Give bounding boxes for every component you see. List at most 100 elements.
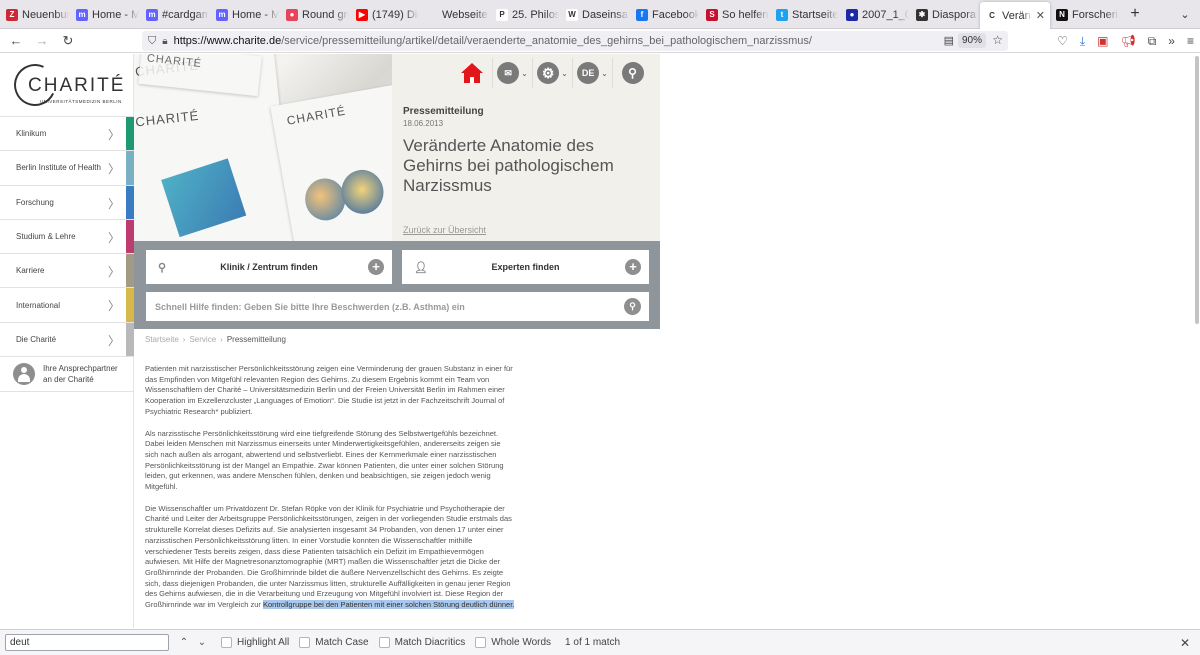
back-arrow-icon[interactable]: ← [3,29,29,53]
find-experts-label: Experten finden [491,262,560,272]
browser-tab[interactable]: W Daseinsan [560,0,630,29]
browser-tab[interactable]: Webseite von [420,0,490,29]
sidebar-color-bar [126,185,134,219]
reload-icon[interactable]: ↻ [55,29,81,53]
browser-tab[interactable]: S So helfen E [700,0,770,29]
sidebar-item[interactable]: Studium & Lehre 〉 [0,218,134,254]
checkbox-label: Match Case [315,637,369,648]
reader-view-icon[interactable]: ▤ [944,34,954,47]
sidebar-color-bar [126,219,134,254]
tab-label: #cardgame [162,8,209,21]
chevron-right-icon: 〉 [107,299,120,314]
find-experts-button[interactable]: 👤︎ Experten finden + [402,250,649,284]
find-previous-icon[interactable]: ⌃ [175,637,193,648]
language-menu-button[interactable]: DE ⌄ [572,58,612,88]
logo-word: CHARITÉ [28,75,126,96]
extensions-puzzle-icon[interactable]: ⧉ [1148,34,1157,49]
bookmark-star-icon[interactable]: ☆ [992,33,1003,47]
avatar-icon [13,363,35,386]
breadcrumb-home[interactable]: Startseite [145,335,179,344]
breadcrumb-service[interactable]: Service [189,335,216,344]
overflow-menu-icon[interactable]: » [1168,34,1175,48]
home-button[interactable] [452,58,492,88]
list-all-tabs-button[interactable]: ⌄ [1170,0,1200,28]
tracking-protection-shield-icon[interactable]: ⛉ [148,35,156,48]
nzz-icon: N [1056,8,1068,21]
highlight-all-checkbox[interactable]: Highlight All [221,637,289,648]
forward-arrow-icon[interactable]: → [29,29,55,53]
browser-tab[interactable]: C Verände ✕ [980,2,1050,29]
toolbar-right: ♡ ⤓ ▣ 📢︎ ⧉ » ≡ [1057,29,1194,53]
tab-label: Webseite von [442,8,489,21]
browser-tab[interactable]: P 25. Philoso [490,0,560,29]
match-diacritics-checkbox[interactable]: Match Diacritics [378,637,465,648]
youtube-icon: ▶ [356,8,368,21]
sidebar-item-label: Studium & Lehre [16,232,76,242]
hero-brochure [161,158,247,238]
browser-tab[interactable]: m #cardgame [140,0,210,29]
press-hero-image: CHARITÉ CHARITÉ CHARITÉ CHARITÉ [134,54,392,241]
close-tab-icon[interactable]: ✕ [1036,9,1049,22]
charite-logo[interactable]: CHARITÉ UNIVERSITÄTSMEDIZIN BERLIN [8,58,126,112]
press-date: 18.06.2013 [403,119,444,128]
scrollbar-thumb[interactable] [1195,56,1199,324]
checkbox-label: Whole Words [491,637,552,648]
new-tab-button[interactable]: + [1120,0,1150,28]
browser-tab[interactable]: N Forscherin [1050,0,1120,29]
browser-tab[interactable]: m Home - Ma [210,0,280,29]
search-button[interactable]: ⚲ [612,58,652,88]
breadcrumb-separator-icon: › [220,335,223,344]
tab-label: So helfen E [722,8,769,21]
quick-help-search-input[interactable]: Schnell Hilfe finden: Geben Sie bitte Ih… [146,292,649,321]
find-next-icon[interactable]: ⌄ [193,637,211,648]
hamburger-menu-icon[interactable]: ≡ [1187,34,1194,48]
zoom-level-badge[interactable]: 90% [957,33,986,48]
browser-tab[interactable]: Z Neuenburg [0,0,70,29]
contact-menu-button[interactable]: ✉ ⌄ [492,58,532,88]
browser-tab[interactable]: f Facebook [630,0,700,29]
browser-tab[interactable]: ● Round gre [280,0,350,29]
lock-icon[interactable]: 🔒︎ [162,36,167,47]
finder-panel: ⚲ Klinik / Zentrum finden + 👤︎ Experten … [134,241,660,329]
pocket-icon[interactable]: ♡ [1057,34,1068,48]
sidebar-item[interactable]: Forschung 〉 [0,184,134,219]
sidebar-color-bar [126,117,134,151]
whole-words-checkbox[interactable]: Whole Words [475,637,551,648]
gear-icon: ⚙ [537,62,560,84]
blank-page-icon [426,8,438,21]
brain-image [301,175,349,224]
sidebar-item[interactable]: Berlin Institute of Health 〉 [0,150,134,185]
match-case-checkbox[interactable]: Match Case [299,637,369,648]
find-input[interactable]: deut [5,634,169,651]
browser-tab[interactable]: t Startseite [770,0,840,29]
url-text[interactable]: https://www.charite.de/service/pressemit… [174,35,812,47]
address-bar[interactable]: ⛉ 🔒︎ https://www.charite.de/service/pres… [142,31,1008,51]
find-clinic-button[interactable]: ⚲ Klinik / Zentrum finden + [146,250,392,284]
search-icon[interactable]: ⚲ [624,298,641,315]
person-icon: 👤︎ [414,262,428,274]
wikipedia-icon: W [566,8,578,21]
extension-icon[interactable]: ▣ [1097,34,1108,48]
find-match-count: 1 of 1 match [565,637,621,648]
browser-tab[interactable]: ● 2007_1_0 [840,0,910,29]
twitter-icon: t [776,8,788,21]
browser-tab[interactable]: ▶ (1749) Die [350,0,420,29]
browser-tab[interactable]: ✱ Diaspora E [910,0,980,29]
tab-label: (1749) Die [372,8,419,21]
location-pin-icon: ⚲ [158,262,167,274]
downloads-icon[interactable]: ⤓ [1080,34,1085,49]
sidebar-item[interactable]: International 〉 [0,287,134,322]
contact-persons-link[interactable]: Ihre Ansprechpartner an der Charité [0,356,134,393]
checkbox-label: Highlight All [237,637,290,648]
page-scrollbar[interactable] [1192,54,1200,628]
sidebar-item[interactable]: Karriere 〉 [0,253,134,288]
sidebar-item[interactable]: Klinikum 〉 [0,116,134,151]
browser-tab[interactable]: m Home - Ma [70,0,140,29]
back-to-overview-link[interactable]: Zurück zur Übersicht [403,225,486,235]
megaphone-icon[interactable]: 📢︎ [1120,34,1135,48]
quick-help-placeholder: Schnell Hilfe finden: Geben Sie bitte Ih… [155,301,465,312]
sidebar-item[interactable]: Die Charité 〉 [0,321,134,357]
breadcrumb-separator-icon: › [182,335,186,344]
settings-menu-button[interactable]: ⚙ ⌄ [532,58,572,88]
close-icon[interactable]: ✕ [1180,636,1190,650]
